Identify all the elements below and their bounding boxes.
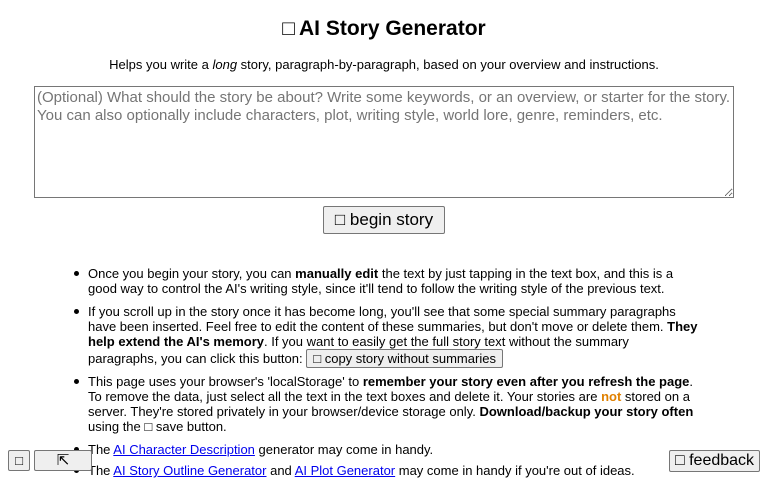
info-text: This page uses your browser's 'localStor… [88, 374, 363, 389]
feedback-button[interactable]: □ feedback [669, 450, 760, 472]
begin-story-label: begin story [349, 210, 434, 229]
page-subtitle: Helps you write a long story, paragraph-… [0, 57, 768, 73]
copy-button-label: copy story without summaries [324, 351, 496, 366]
info-item-outline-generators: The AI Story Outline Generator and AI Pl… [74, 463, 698, 478]
begin-story-button[interactable]: □ begin story [323, 206, 445, 234]
info-item-local-storage: This page uses your browser's 'localStor… [74, 374, 698, 434]
info-item-manual-edit: Once you begin your story, you can manua… [74, 266, 698, 296]
subtitle-text-2: story, paragraph-by-paragraph, based on … [237, 57, 659, 72]
info-text: If you scroll up in the story once it ha… [88, 304, 676, 334]
ai-story-outline-generator-link[interactable]: AI Story Outline Generator [113, 463, 266, 478]
info-text: save button. [152, 419, 227, 434]
copy-story-without-summaries-button[interactable]: □ copy story without summaries [306, 349, 503, 368]
save-button[interactable]: □ [8, 450, 30, 471]
copy-icon: □ [313, 351, 322, 366]
page: □ AI Story Generator Helps you write a lo… [0, 0, 768, 480]
story-overview-input[interactable] [34, 86, 734, 198]
feedback-label: feedback [689, 452, 755, 469]
info-text: may come in handy if you're out of ideas… [395, 463, 635, 478]
arrow-up-left-icon: ⇱ [56, 452, 70, 469]
ai-plot-generator-link[interactable]: AI Plot Generator [295, 463, 395, 478]
subtitle-text-1: Helps you write a [109, 57, 213, 72]
info-bold: Download/backup your story often [479, 404, 694, 419]
subtitle-emphasis: long [212, 57, 238, 72]
info-bold: manually edit [295, 266, 379, 281]
info-text: using the [88, 419, 145, 434]
info-bold: remember your story even after you refre… [362, 374, 690, 389]
not-highlight: not [601, 389, 622, 404]
info-item-summaries: If you scroll up in the story once it ha… [74, 304, 698, 368]
info-item-character-generator: The AI Character Description generator m… [74, 442, 698, 457]
info-text: Once you begin your story, you can [88, 266, 296, 281]
page-title: □ AI Story Generator [0, 16, 768, 42]
page-title-text: AI Story Generator [298, 17, 486, 40]
feedback-icon: □ [674, 452, 685, 469]
info-text: and [266, 463, 295, 478]
info-list: Once you begin your story, you can manua… [74, 266, 698, 480]
save-icon: □ [15, 453, 23, 468]
info-text: generator may come in handy. [254, 442, 434, 457]
pen-icon: □ [334, 210, 346, 229]
book-icon: □ [282, 17, 295, 40]
ai-character-description-link[interactable]: AI Character Description [113, 442, 255, 457]
scroll-to-top-button[interactable]: ⇱ [34, 450, 92, 471]
